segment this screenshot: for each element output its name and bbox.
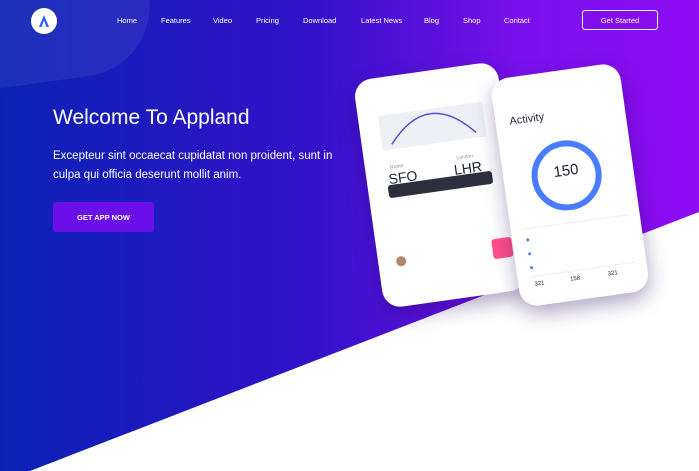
nav-item-video[interactable]: Video (213, 16, 232, 25)
nav-item-features[interactable]: Features (161, 16, 191, 25)
hero-title: Welcome To Appland (53, 106, 250, 129)
stat-value: 158 (569, 275, 581, 283)
avatar (395, 255, 407, 267)
nav-item-pricing[interactable]: Pricing (256, 16, 279, 25)
stat-value: 321 (607, 270, 619, 278)
get-started-button[interactable]: Get Started (582, 10, 658, 30)
world-map-icon (377, 101, 487, 151)
bullet-icon (529, 265, 534, 270)
get-app-now-button[interactable]: GET APP NOW (53, 202, 154, 232)
appland-logo-icon[interactable] (31, 8, 57, 34)
nav-item-home[interactable]: Home (117, 16, 137, 25)
nav-item-download[interactable]: Download (303, 16, 336, 25)
nav-item-contact[interactable]: Contact (504, 16, 530, 25)
bullet-icon (526, 238, 530, 242)
nav-item-blog[interactable]: Blog (424, 16, 439, 25)
divider (522, 214, 628, 231)
hero-subtitle: Excepteur sint occaecat cupidatat non pr… (53, 150, 333, 181)
divider (529, 261, 635, 278)
nav-item-latest-news[interactable]: Latest News (361, 16, 402, 25)
qr-code-icon (491, 236, 514, 260)
nav-item-shop[interactable]: Shop (463, 16, 481, 25)
bullet-icon (527, 252, 532, 256)
logo-a-icon (39, 15, 49, 27)
activity-title: Activity (508, 110, 545, 128)
stat-value: 321 (534, 280, 545, 288)
